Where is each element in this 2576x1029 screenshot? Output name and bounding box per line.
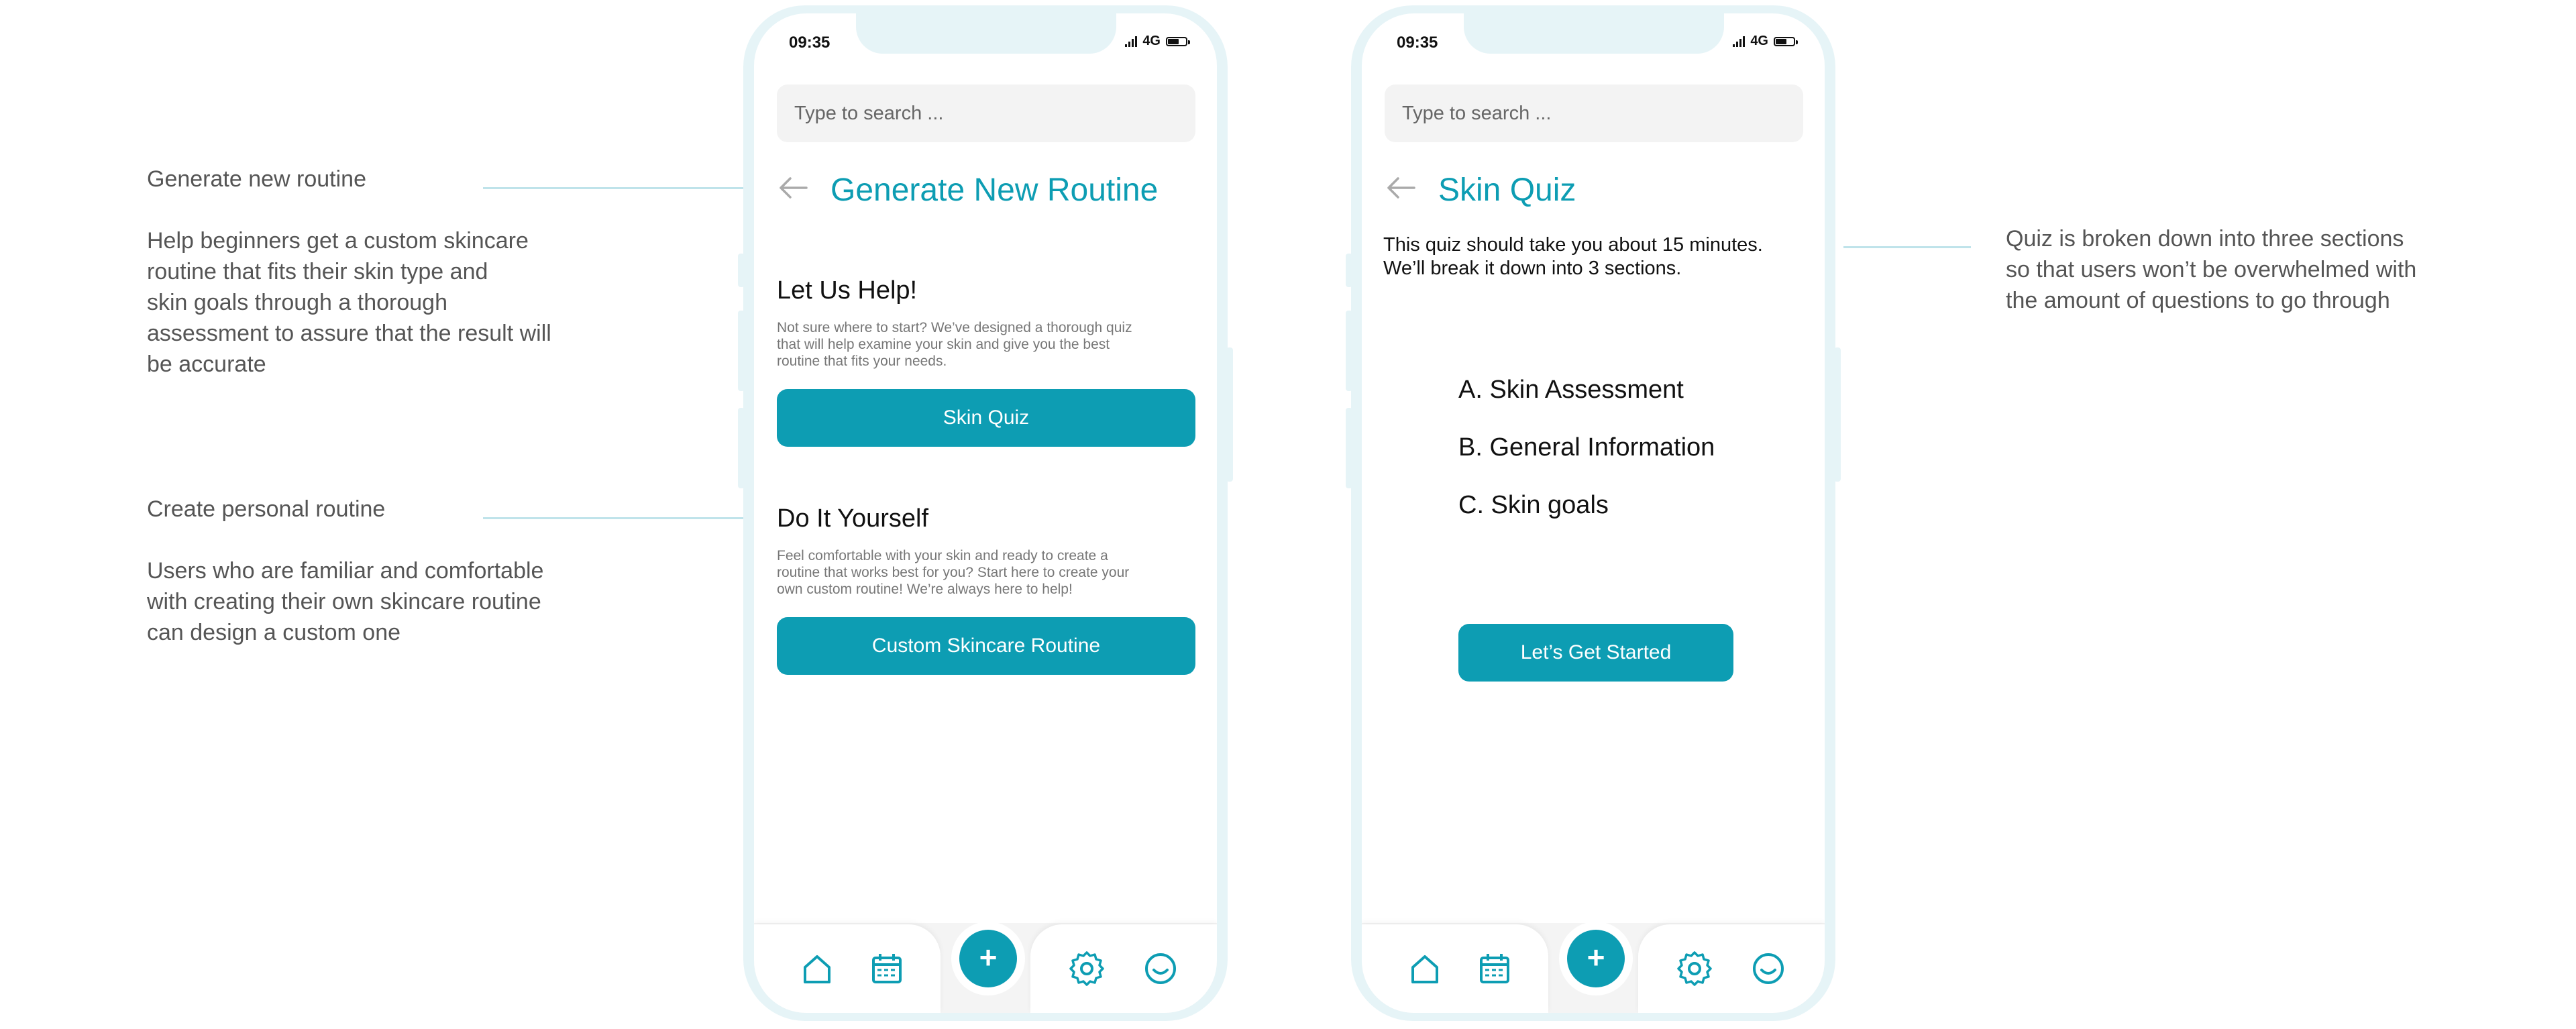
page-title: Skin Quiz bbox=[1438, 172, 1576, 208]
network-label: 4G bbox=[1750, 34, 1768, 48]
search-input[interactable] bbox=[1385, 85, 1803, 142]
smiley-icon[interactable] bbox=[1751, 951, 1786, 986]
annotation-line: assessment to assure that the result wil… bbox=[147, 321, 551, 346]
phone-frame-generate: 09:35 4G Generate New Routine Let Us Hel… bbox=[738, 5, 1233, 1021]
intro-line: This quiz should take you about 15 minut… bbox=[1383, 234, 1763, 256]
custom-routine-button[interactable]: Custom Skincare Routine bbox=[777, 617, 1195, 675]
notch bbox=[1464, 13, 1724, 54]
side-button bbox=[738, 311, 745, 391]
back-arrow-icon[interactable] bbox=[777, 174, 809, 201]
desc-line: routine that works best for you? Start h… bbox=[777, 565, 1130, 580]
annotation-line: Users who are familiar and comfortable bbox=[147, 558, 544, 584]
annotation-line: routine that fits their skin type and bbox=[147, 259, 488, 284]
tab-bar-right bbox=[1638, 924, 1825, 1013]
section-desc-let-us-help: Not sure where to start? We’ve designed … bbox=[777, 319, 1199, 370]
battery-icon bbox=[1166, 36, 1190, 46]
desc-line: that will help examine your skin and giv… bbox=[777, 337, 1110, 352]
page-title: Generate New Routine bbox=[830, 172, 1159, 208]
annotation-body-generate: Help beginners get a custom skincare rou… bbox=[147, 225, 551, 380]
side-button bbox=[738, 254, 745, 287]
desc-line: Not sure where to start? We’ve designed … bbox=[777, 320, 1132, 335]
annotation-title-personal: Create personal routine bbox=[147, 496, 386, 522]
status-indicators: 4G bbox=[1733, 34, 1798, 49]
annotation-line: with creating their own skincare routine bbox=[147, 589, 541, 614]
battery-icon bbox=[1774, 36, 1798, 46]
add-button[interactable]: + bbox=[959, 930, 1017, 987]
section-title-let-us-help: Let Us Help! bbox=[777, 276, 918, 305]
screen-generate-routine: 09:35 4G Generate New Routine Let Us Hel… bbox=[754, 13, 1217, 1013]
add-button[interactable]: + bbox=[1567, 930, 1625, 987]
annotation-line: can design a custom one bbox=[147, 620, 401, 645]
status-indicators: 4G bbox=[1125, 34, 1190, 49]
annotation-line: be accurate bbox=[147, 351, 266, 377]
side-button bbox=[1226, 347, 1233, 482]
annotation-line: Help beginners get a custom skincare bbox=[147, 228, 529, 254]
signal-icon bbox=[1733, 36, 1746, 47]
screen-skin-quiz: 09:35 4G Skin Quiz This quiz should take… bbox=[1362, 13, 1825, 1013]
tab-bar-left bbox=[754, 924, 941, 1013]
gear-icon[interactable] bbox=[1677, 951, 1712, 986]
back-arrow-icon[interactable] bbox=[1385, 174, 1417, 201]
phone-frame-quiz: 09:35 4G Skin Quiz This quiz should take… bbox=[1346, 5, 1841, 1021]
get-started-button[interactable]: Let’s Get Started bbox=[1458, 624, 1733, 682]
annotation-body-quiz: Quiz is broken down into three sections … bbox=[2006, 223, 2416, 316]
tab-bar-right bbox=[1030, 924, 1217, 1013]
annotation-line: skin goals through a thorough bbox=[147, 290, 447, 315]
smiley-icon[interactable] bbox=[1143, 951, 1178, 986]
status-time: 09:35 bbox=[1397, 34, 1438, 52]
network-label: 4G bbox=[1142, 34, 1161, 48]
quiz-section-skin-goals: C. Skin goals bbox=[1458, 491, 1609, 519]
calendar-icon[interactable] bbox=[869, 951, 904, 986]
annotation-line: Quiz is broken down into three sections bbox=[2006, 226, 2404, 252]
annotation-title-generate: Generate new routine bbox=[147, 166, 366, 192]
annotation-line: the amount of questions to go through bbox=[2006, 288, 2390, 313]
intro-line: We’ll break it down into 3 sections. bbox=[1383, 258, 1682, 279]
quiz-section-general-information: B. General Information bbox=[1458, 433, 1715, 462]
tab-bar-left bbox=[1362, 924, 1548, 1013]
side-button bbox=[1834, 347, 1841, 482]
gear-icon[interactable] bbox=[1069, 951, 1104, 986]
side-button bbox=[1346, 254, 1352, 287]
status-time: 09:35 bbox=[789, 34, 830, 52]
quiz-section-skin-assessment: A. Skin Assessment bbox=[1458, 376, 1684, 404]
side-button bbox=[738, 408, 745, 488]
calendar-icon[interactable] bbox=[1477, 951, 1512, 986]
side-button bbox=[1346, 408, 1352, 488]
home-icon[interactable] bbox=[1407, 951, 1442, 986]
annotation-leader-generate bbox=[483, 187, 743, 189]
notch bbox=[856, 13, 1116, 54]
side-button bbox=[1346, 311, 1352, 391]
annotation-body-personal: Users who are familiar and comfortable w… bbox=[147, 555, 543, 648]
desc-line: routine that fits your needs. bbox=[777, 354, 947, 369]
annotation-leader-personal bbox=[483, 517, 743, 519]
home-icon[interactable] bbox=[800, 951, 835, 986]
annotation-leader-quiz bbox=[1843, 246, 1971, 248]
quiz-intro: This quiz should take you about 15 minut… bbox=[1383, 233, 1813, 280]
search-input[interactable] bbox=[777, 85, 1195, 142]
annotation-line: so that users won’t be overwhelmed with bbox=[2006, 257, 2417, 282]
section-desc-diy: Feel comfortable with your skin and read… bbox=[777, 547, 1199, 598]
desc-line: Feel comfortable with your skin and read… bbox=[777, 548, 1108, 563]
skin-quiz-button[interactable]: Skin Quiz bbox=[777, 389, 1195, 447]
signal-icon bbox=[1125, 36, 1138, 47]
desc-line: own custom routine! We’re always here to… bbox=[777, 582, 1073, 597]
section-title-diy: Do It Yourself bbox=[777, 504, 929, 533]
